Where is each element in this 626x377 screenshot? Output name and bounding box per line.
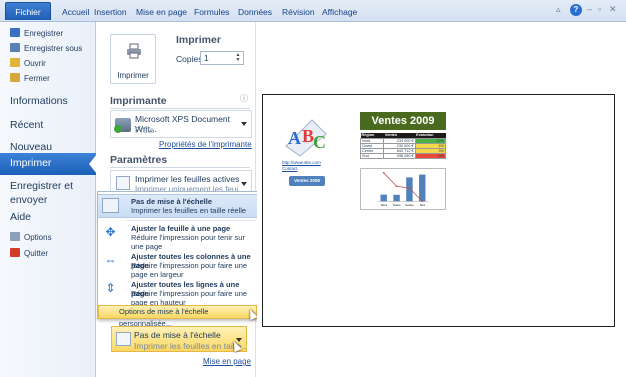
- sheet-title: Ventes 2009: [360, 112, 446, 130]
- sales-chart: Nord Ouest Centre Sud: [360, 168, 446, 210]
- chevron-down-icon: [241, 182, 247, 186]
- printer-properties-link[interactable]: Propriétés de l'imprimante: [159, 140, 252, 149]
- tab-affichage[interactable]: Affichage: [322, 5, 357, 19]
- tab-mise-en-page[interactable]: Mise en page: [136, 5, 187, 19]
- minimize-ribbon-icon[interactable]: ▵: [556, 4, 561, 15]
- sales-table: Région Ventes Evolution Nord 234 000 € 1…: [359, 133, 447, 159]
- ribbon-tab-bar: Fichier Accueil Insertion Mise en page F…: [0, 0, 626, 22]
- chart-x-tick-label: Sud: [420, 203, 425, 207]
- backstage-nav: Enregistrer Enregistrer sous Ouvrir Ferm…: [0, 22, 97, 377]
- nav-quitter[interactable]: Quitter: [10, 248, 48, 260]
- help-icon[interactable]: ?: [570, 4, 582, 16]
- menu-item-fit-rows[interactable]: ⇕ Ajuster toutes les lignes à une page R…: [98, 278, 257, 307]
- nav-enregistrer[interactable]: Enregistrer: [10, 28, 63, 40]
- chart-point: [408, 187, 411, 189]
- chart-bar: [393, 194, 400, 202]
- chart-evolution-line: [383, 172, 423, 202]
- nav-recent[interactable]: Récent: [10, 118, 43, 132]
- printer-icon: [127, 43, 141, 59]
- custom-scaling-options[interactable]: Options de mise à l'échelle personnalisé…: [98, 305, 257, 328]
- chart-bar: [380, 194, 387, 202]
- exit-icon: [10, 248, 20, 257]
- fit-columns-icon: ⇔: [104, 253, 117, 267]
- save-as-icon: [10, 43, 20, 52]
- nav-fermer[interactable]: Fermer: [10, 73, 50, 85]
- fit-rows-icon: ⇕: [105, 281, 116, 295]
- chart-point: [382, 171, 385, 174]
- nav-ouvrir[interactable]: Ouvrir: [10, 58, 46, 70]
- chart-x-tick-label: Nord: [381, 203, 388, 207]
- settings-section-title: Paramètres: [110, 154, 168, 166]
- page-setup-link[interactable]: Mise en page: [203, 357, 251, 366]
- abc-logo-icon: A B C: [285, 119, 327, 157]
- scaling-select[interactable]: Pas de mise à l'échelle Imprimer les feu…: [111, 326, 247, 352]
- nav-enregistrer-sous[interactable]: Enregistrer sous: [10, 43, 82, 55]
- chart-x-tick-label: Centre: [405, 203, 414, 207]
- minimize-icon[interactable]: –: [587, 4, 592, 14]
- nav-aide[interactable]: Aide: [10, 210, 31, 224]
- svg-text:A: A: [288, 128, 301, 148]
- sheets-icon: [116, 176, 130, 190]
- tab-fichier[interactable]: Fichier: [5, 2, 51, 20]
- print-button[interactable]: Imprimer: [110, 34, 156, 84]
- tab-accueil[interactable]: Accueil: [62, 5, 89, 19]
- close-window-icon[interactable]: ✕: [609, 4, 617, 15]
- nav-nouveau[interactable]: Nouveau: [10, 140, 52, 154]
- restore-icon[interactable]: ▫: [598, 4, 601, 14]
- chart-bar: [419, 174, 426, 202]
- menu-item-no-scaling[interactable]: Pas de mise à l'échelle Imprimer les feu…: [98, 194, 257, 218]
- info-icon[interactable]: ⓘ: [240, 93, 248, 104]
- menu-item-fit-columns[interactable]: ⇔ Ajuster toutes les colonnes à une page…: [98, 250, 257, 279]
- options-icon: [10, 232, 20, 241]
- copies-spinner[interactable]: ▲ ▼: [234, 53, 242, 63]
- menu-separator: [126, 220, 256, 221]
- printer-select[interactable]: Microsoft XPS Document Writ... Prête: [110, 110, 252, 138]
- save-icon: [10, 28, 20, 37]
- tab-insertion[interactable]: Insertion: [94, 5, 127, 19]
- no-scaling-icon: [102, 198, 119, 213]
- nav-options[interactable]: Options: [10, 232, 52, 244]
- svg-text:C: C: [313, 132, 326, 152]
- chart-x-tick-label: Ouest: [393, 203, 401, 207]
- nav-enregistrer-envoyer[interactable]: Enregistrer et envoyer: [10, 179, 90, 207]
- open-folder-icon: [10, 58, 20, 67]
- copies-input[interactable]: 1 ▲ ▼: [200, 51, 244, 65]
- ready-status-icon: [114, 125, 122, 133]
- divider: [110, 108, 250, 109]
- menu-item-fit-sheet[interactable]: ✥ Ajuster la feuille à une page Réduire …: [98, 222, 257, 251]
- ventes-2008-button: Ventes 2008: [289, 176, 325, 186]
- print-title: Imprimer: [176, 34, 221, 46]
- nav-informations[interactable]: Informations: [10, 94, 68, 108]
- printer-section-title: Imprimante: [110, 95, 167, 107]
- table-row: Sud 938 260 € -5%: [359, 152, 447, 159]
- tab-donnees[interactable]: Données: [238, 5, 272, 19]
- chart-bar: [406, 177, 413, 202]
- chevron-down-icon: [241, 122, 247, 126]
- no-scaling-icon: [116, 332, 131, 346]
- tab-revision[interactable]: Révision: [282, 5, 315, 19]
- fit-sheet-icon: ✥: [105, 225, 116, 239]
- scaling-dropdown-menu: Pas de mise à l'échelle Imprimer les feu…: [97, 191, 258, 328]
- tab-formules[interactable]: Formules: [194, 5, 229, 19]
- divider: [110, 167, 250, 168]
- chart-point: [395, 185, 398, 188]
- website-link: http://www.site.com Contact: [282, 160, 321, 171]
- nav-imprimer[interactable]: Imprimer: [0, 153, 97, 175]
- close-folder-icon: [10, 73, 20, 82]
